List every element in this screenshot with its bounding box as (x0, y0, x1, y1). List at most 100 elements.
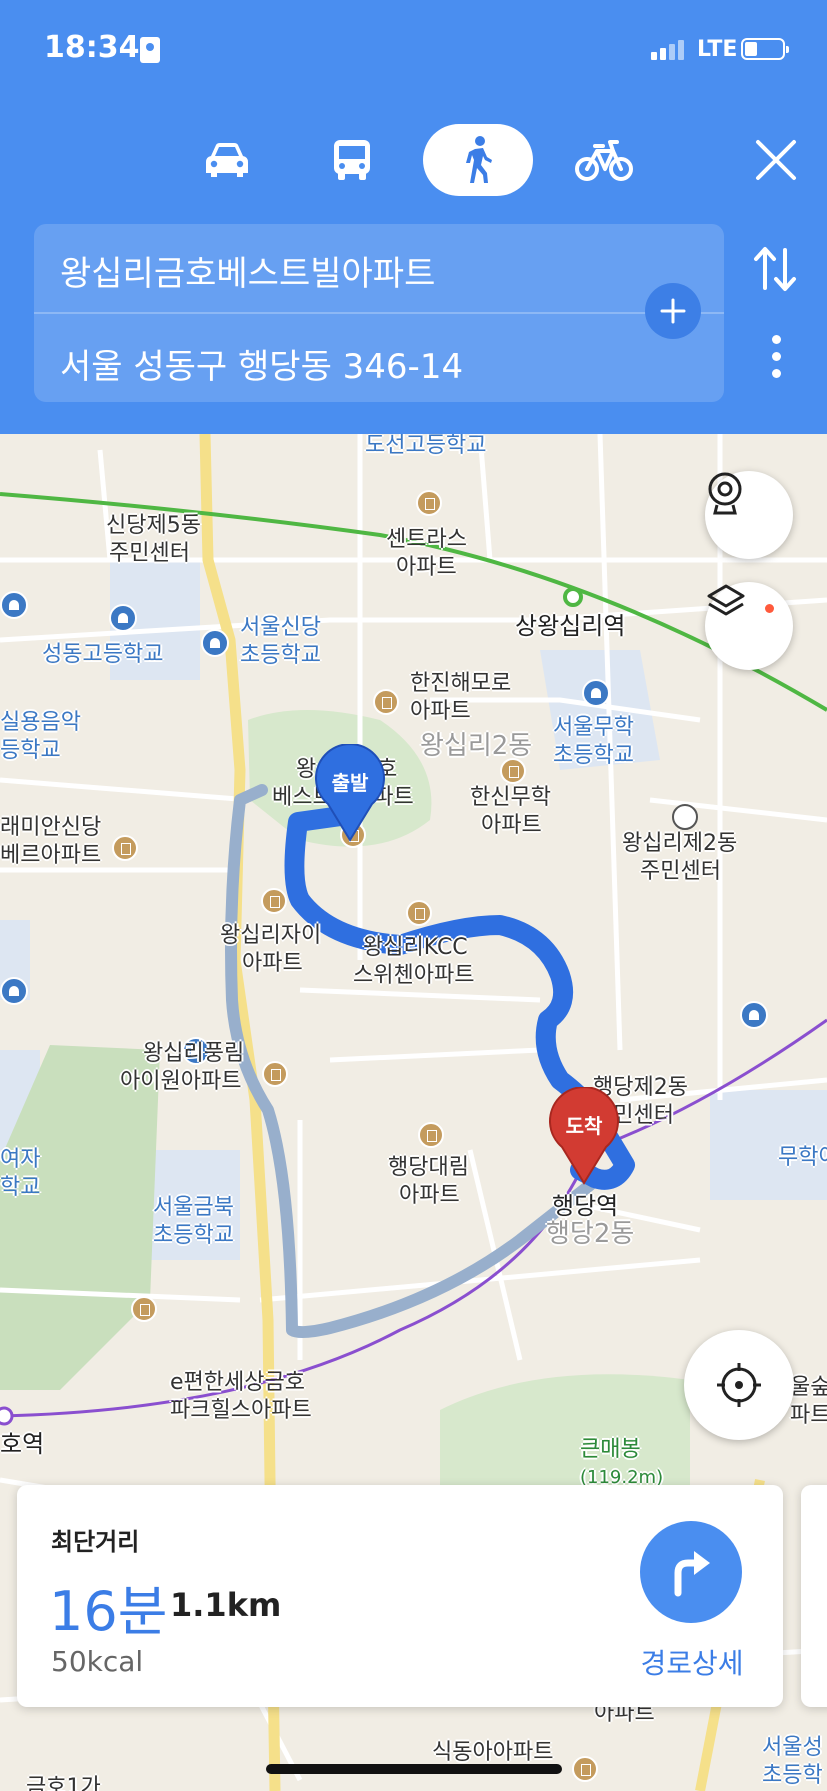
map-label: 등학교 (0, 738, 61, 763)
swap-route-button[interactable] (752, 244, 798, 294)
map-label: 신당제5동 (106, 513, 201, 538)
school-poi-icon (582, 679, 610, 707)
home-indicator[interactable] (266, 1764, 562, 1774)
contact-card-icon (140, 37, 160, 63)
swap-icon (754, 247, 796, 291)
apartment-poi-icon (406, 900, 432, 926)
route-distance: 1.1km (170, 1586, 282, 1624)
apartment-poi-icon (262, 1061, 288, 1087)
community-center-icon (672, 804, 698, 830)
map-label: e편한세상금호 (170, 1370, 305, 1395)
map-label: 행당2동 (546, 1219, 635, 1249)
map-label: 금호1가 (26, 1775, 101, 1791)
turn-right-arrow-icon (674, 1551, 710, 1597)
more-options-button[interactable] (770, 335, 782, 381)
map-label: 울숲 (790, 1375, 827, 1400)
crosshair-icon (717, 1363, 761, 1407)
map-label: 행당대림 (388, 1155, 469, 1180)
school-poi-icon (0, 977, 28, 1005)
school-poi-icon (740, 1001, 768, 1029)
map-label: 아파트 (481, 813, 542, 838)
more-dot-icon (771, 352, 781, 361)
route-fields: 왕십리금호베스트빌아파트 서울 성동구 행당동 346-14 (34, 224, 724, 402)
map-label: 초등학교 (553, 743, 634, 768)
map-label: 서울신당 (240, 615, 321, 640)
map-label: 센트라스 (386, 527, 467, 552)
close-icon (756, 140, 796, 180)
map-label: 스위첸아파트 (353, 963, 475, 988)
route-type-label: 최단거리 (51, 1528, 140, 1556)
map-label: 서울무학 (553, 715, 634, 740)
more-dot-icon (771, 369, 781, 378)
map-label: 식동아아파트 (432, 1740, 554, 1765)
layers-icon (707, 584, 745, 616)
field-divider (34, 312, 724, 314)
next-route-card[interactable] (801, 1485, 827, 1707)
map-label: 왕십리풍림 (143, 1041, 245, 1066)
apartment-poi-icon (418, 1122, 444, 1148)
bus-mode-button[interactable] (318, 124, 386, 196)
car-mode-button[interactable] (193, 124, 261, 196)
map-label: 한진해모로 (410, 671, 512, 696)
route-summary-card[interactable]: 최단거리 16분 1.1km 50kcal 경로상세 (17, 1485, 783, 1707)
bus-icon (334, 140, 370, 180)
start-pin[interactable]: 출발 (312, 744, 388, 844)
route-detail-button[interactable] (640, 1521, 742, 1623)
network-label: LTE (697, 37, 738, 62)
map-label: 실용음악 (0, 710, 81, 735)
plus-icon (660, 298, 686, 324)
map-label: 큰매봉 (580, 1437, 641, 1462)
apartment-poi-icon (131, 1296, 157, 1322)
map-label: 한신무학 (470, 785, 551, 810)
route-detail-label[interactable]: 경로상세 (622, 1642, 762, 1682)
map-label: 서울금북 (153, 1195, 234, 1220)
map-label: 상왕십리역 (515, 612, 626, 640)
map-label: 초등학 (762, 1763, 823, 1788)
map-label: 아이원아파트 (120, 1069, 242, 1094)
my-location-button[interactable] (684, 1330, 794, 1440)
apartment-poi-icon (373, 689, 399, 715)
bike-mode-button[interactable] (570, 124, 638, 196)
map-label: 왕십리제2동 (622, 831, 738, 856)
map-label: 무학여 (778, 1145, 827, 1170)
walk-icon (466, 136, 492, 183)
route-header: 18:34 LTE 왕십리금호베스트빌아파트 서울 성동구 행당동 346-14 (0, 0, 827, 434)
battery-icon (741, 38, 789, 60)
map-label: 주민센터 (640, 859, 721, 884)
apartment-poi-icon (572, 1756, 598, 1782)
end-pin-label: 도착 (565, 1114, 603, 1138)
map-label: 여자 (0, 1147, 41, 1172)
map-label: 래미안신당 (0, 815, 102, 840)
add-waypoint-button[interactable] (645, 283, 701, 339)
end-pin[interactable]: 도착 (546, 1087, 622, 1187)
apartment-poi-icon (500, 758, 526, 784)
car-icon (206, 143, 248, 177)
map-label: 초등학교 (153, 1223, 234, 1248)
status-time: 18:34 (44, 30, 140, 65)
school-poi-icon (201, 629, 229, 657)
map-label: 파크힐스아파트 (170, 1398, 312, 1423)
close-button[interactable] (750, 134, 802, 186)
cctv-button[interactable] (705, 471, 793, 559)
route-calories: 50kcal (51, 1645, 144, 1678)
map-label: 왕십리2동 (420, 731, 533, 761)
map-label: 베르아파트 (0, 843, 102, 868)
map-label: 호역 (0, 1430, 45, 1458)
apartment-poi-icon (416, 490, 442, 516)
apartment-poi-icon (261, 888, 287, 914)
notification-dot (765, 604, 774, 613)
map-label: 서울성 (762, 1735, 823, 1760)
more-dot-icon (771, 335, 781, 344)
route-time: 16분 (49, 1580, 168, 1643)
map-label: 왕십리자이 (220, 923, 322, 948)
map-label: 왕십리KCC (363, 935, 468, 960)
origin-field[interactable]: 왕십리금호베스트빌아파트 (60, 246, 435, 295)
layers-button[interactable] (705, 582, 793, 670)
apartment-poi-icon (112, 835, 138, 861)
bike-icon (575, 140, 633, 181)
map-label: 도선고등학교 (365, 434, 487, 458)
map-label: 아파트 (410, 699, 471, 724)
destination-field[interactable]: 서울 성동구 행당동 346-14 (60, 339, 463, 388)
walk-mode-button[interactable] (423, 124, 533, 196)
map-label: 학교 (0, 1175, 41, 1200)
